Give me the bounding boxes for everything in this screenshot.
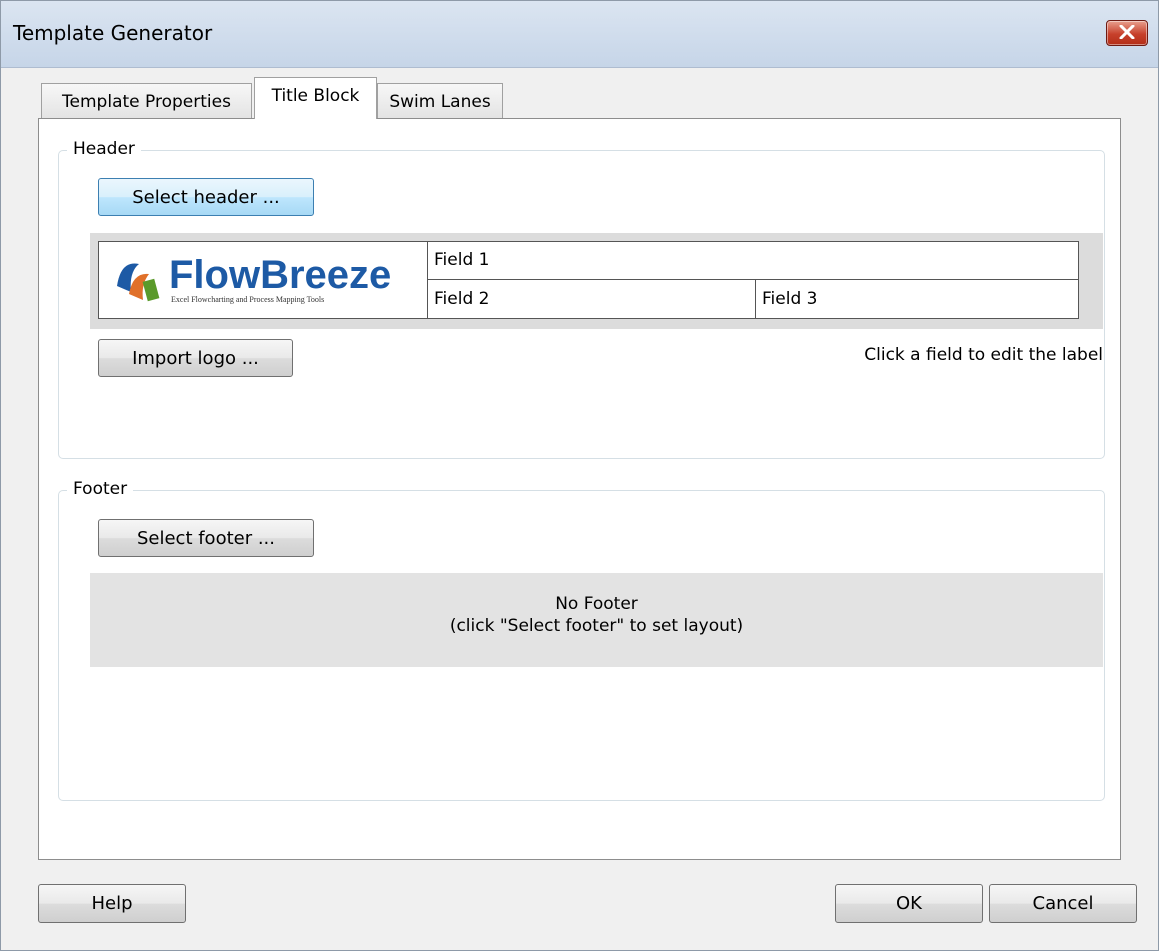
ok-button[interactable]: OK — [835, 884, 983, 923]
tab-label: Swim Lanes — [389, 92, 491, 112]
field-1-cell[interactable]: Field 1 — [428, 242, 1078, 280]
import-logo-button[interactable]: Import logo ... — [98, 339, 293, 377]
header-preview: FlowBreeze Excel Flowcharting and Proces… — [90, 233, 1103, 329]
tab-template-properties[interactable]: Template Properties — [41, 83, 252, 119]
no-footer-title: No Footer — [555, 594, 638, 614]
header-group-legend: Header — [67, 139, 141, 159]
close-icon — [1119, 25, 1135, 39]
title-bar: Template Generator — [1, 1, 1158, 68]
field-1-label: Field 1 — [434, 250, 490, 270]
cancel-button[interactable]: Cancel — [989, 884, 1137, 923]
footer-preview: No Footer (click "Select footer" to set … — [90, 573, 1103, 667]
template-generator-dialog: Template Generator Template Properties T… — [0, 0, 1159, 951]
select-footer-button[interactable]: Select footer ... — [98, 519, 314, 557]
field-2-cell[interactable]: Field 2 — [428, 280, 756, 318]
window-title: Template Generator — [13, 21, 213, 45]
field-2-label: Field 2 — [434, 289, 490, 309]
tab-title-block[interactable]: Title Block — [254, 77, 377, 119]
field-3-label: Field 3 — [762, 289, 818, 309]
tab-label: Template Properties — [62, 92, 231, 112]
logo-brand: FlowBreeze — [169, 253, 391, 297]
close-button[interactable] — [1106, 20, 1148, 46]
select-header-button[interactable]: Select header ... — [98, 178, 314, 216]
no-footer-hint: (click "Select footer" to set layout) — [449, 616, 744, 636]
help-button[interactable]: Help — [38, 884, 186, 923]
tab-swim-lanes[interactable]: Swim Lanes — [377, 83, 503, 119]
footer-group-legend: Footer — [67, 479, 134, 499]
title-block-panel: Header Select header ... FlowBreeze Exce… — [38, 118, 1121, 860]
header-layout-table: FlowBreeze Excel Flowcharting and Proces… — [98, 241, 1079, 319]
field-3-cell[interactable]: Field 3 — [756, 280, 1078, 318]
logo-cell[interactable]: FlowBreeze Excel Flowcharting and Proces… — [99, 242, 428, 318]
logo-tagline: Excel Flowcharting and Process Mapping T… — [171, 295, 324, 304]
edit-field-hint: Click a field to edit the label — [864, 345, 1103, 365]
flowbreeze-logo: FlowBreeze Excel Flowcharting and Proces… — [117, 253, 391, 304]
tab-label: Title Block — [271, 86, 360, 106]
